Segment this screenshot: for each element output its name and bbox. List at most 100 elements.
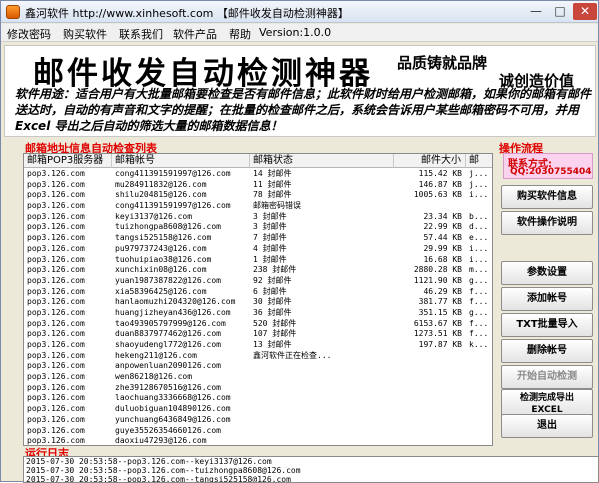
cell-pop3-server: pop3.126.com bbox=[27, 372, 85, 382]
minimize-button[interactable]: — bbox=[525, 3, 547, 20]
table-row[interactable]: pop3.126.com xia58396425@126.com 6 封邮件 46.2… bbox=[24, 286, 492, 298]
cell-pop3-server: pop3.126.com bbox=[27, 404, 85, 414]
cell-mail: m... bbox=[469, 265, 489, 275]
column-header-size[interactable]: 邮件大小 bbox=[394, 154, 466, 168]
cell-account: tuizhongpa8608@126.com bbox=[115, 222, 221, 232]
add-account-button[interactable]: 添加帐号 bbox=[501, 287, 593, 311]
table-row[interactable]: pop3.126.com tangsi525158@126.com 7 封邮件 57.… bbox=[24, 233, 492, 244]
cell-mail: i... bbox=[469, 190, 489, 200]
menu-help[interactable]: 帮助 bbox=[229, 26, 251, 42]
cell-pop3-server: pop3.126.com bbox=[27, 393, 85, 403]
table-row[interactable]: pop3.126.com shaoyudengl772@126.com 13 封邮件… bbox=[24, 340, 492, 351]
table-row[interactable]: pop3.126.com guye35526354660126.com bbox=[24, 425, 492, 437]
export-excel-label-1: 检测完成导出 bbox=[519, 393, 574, 403]
menu-bar: 修改密码 购买软件 联系我们 软件产品 帮助 Version:1.0.0 bbox=[1, 24, 598, 42]
menu-buy-software[interactable]: 购买软件 bbox=[63, 26, 107, 42]
table-row[interactable]: pop3.126.com xunchixin08@126.com 238 封邮件 28… bbox=[24, 265, 492, 276]
delete-account-button[interactable]: 删除帐号 bbox=[501, 339, 593, 363]
cell-account: tao493905797999@126.com bbox=[115, 318, 226, 328]
cell-account: daoxiu47293@126.com bbox=[115, 436, 207, 446]
cell-status: 6 封邮件 bbox=[253, 286, 287, 296]
cell-pop3-server: pop3.126.com bbox=[27, 297, 85, 307]
cell-account: zhe39128670516@126.com bbox=[115, 382, 221, 392]
cell-pop3-server: pop3.126.com bbox=[27, 340, 85, 349]
cell-account: xia58396425@126.com bbox=[115, 286, 207, 296]
table-row[interactable]: pop3.126.com huangjizheyan436@126.com 36 封… bbox=[24, 307, 492, 319]
cell-pop3-server: pop3.126.com bbox=[27, 286, 85, 296]
cell-pop3-server: pop3.126.com bbox=[27, 275, 85, 285]
cell-account: tuohuipiao38@126.com bbox=[115, 254, 212, 264]
cell-size: 16.68 KB bbox=[423, 254, 462, 264]
cell-account: yuan1987387822@126.com bbox=[115, 275, 221, 285]
table-row[interactable]: pop3.126.com hekeng211@126.com 鑫河软件正在检查... bbox=[24, 351, 492, 362]
cell-account: duan8837977462@126.com bbox=[115, 329, 221, 339]
cell-pop3-server: pop3.126.com bbox=[27, 222, 85, 232]
cell-account: huangjizheyan436@126.com bbox=[115, 307, 231, 317]
table-row[interactable]: pop3.126.com shilu204815@126.com 78 封邮件 100… bbox=[24, 190, 492, 201]
table-row[interactable]: pop3.126.com pu979737243@126.com 4 封邮件 29.9… bbox=[24, 243, 492, 255]
cell-account: duluobiguan104890126.com bbox=[115, 404, 231, 414]
cell-account: keyi3137@126.com bbox=[115, 211, 193, 221]
cell-status: 3 封邮件 bbox=[253, 211, 287, 221]
table-row[interactable]: pop3.126.com daoxiu47293@126.com bbox=[24, 436, 492, 446]
export-excel-button[interactable]: 检测完成导出 EXCEL bbox=[501, 389, 593, 417]
table-row[interactable]: pop3.126.com zhe39128670516@126.com bbox=[24, 382, 492, 394]
title-bar[interactable]: 鑫河软件 http://www.xinhesoft.com 【邮件收发自动检测神… bbox=[1, 1, 598, 23]
table-row[interactable]: pop3.126.com duluobiguan104890126.com bbox=[24, 404, 492, 415]
column-header-mail[interactable]: 邮 bbox=[466, 154, 492, 168]
table-row[interactable]: pop3.126.com hanlaomuzhi204320@126.com 30 … bbox=[24, 297, 492, 308]
manual-button[interactable]: 软件操作说明 bbox=[501, 211, 593, 235]
cell-mail: f... bbox=[469, 329, 489, 339]
table-row[interactable]: pop3.126.com yuan1987387822@126.com 92 封邮件… bbox=[24, 275, 492, 287]
cell-account: cong411391591997@126.com bbox=[115, 169, 231, 178]
table-row[interactable]: pop3.126.com wen86218@126.com bbox=[24, 372, 492, 383]
params-button[interactable]: 参数设置 bbox=[501, 261, 593, 285]
cell-size: 146.87 KB bbox=[418, 179, 462, 189]
cell-pop3-server: pop3.126.com bbox=[27, 329, 85, 339]
buy-info-button[interactable]: 购买软件信息 bbox=[501, 185, 593, 209]
cell-mail: j... bbox=[469, 169, 489, 178]
table-row[interactable]: pop3.126.com mu284911832@126.com 11 封邮件 146… bbox=[24, 179, 492, 191]
table-row[interactable]: pop3.126.com cong411391591997@126.com 14 封… bbox=[24, 169, 492, 180]
table-row[interactable]: pop3.126.com yunchuang6436849@126.com bbox=[24, 414, 492, 426]
cell-status: 78 封邮件 bbox=[253, 190, 292, 200]
cell-mail: d... bbox=[469, 222, 489, 232]
start-check-button[interactable]: 开始自动检测 bbox=[501, 365, 593, 389]
log-panel[interactable]: 2015-07-30 20:53:58--pop3.126.com--keyi3… bbox=[23, 456, 599, 483]
menu-change-password[interactable]: 修改密码 bbox=[7, 26, 51, 42]
cell-pop3-server: pop3.126.com bbox=[27, 425, 85, 435]
mailbox-table[interactable]: 邮箱POP3服务器 邮箱帐号 邮箱状态 邮件大小 邮 pop3.126.com c… bbox=[23, 153, 493, 446]
close-button[interactable]: ✕ bbox=[573, 3, 597, 20]
table-row[interactable]: pop3.126.com duan8837977462@126.com 107 封邮… bbox=[24, 329, 492, 340]
column-header-status[interactable]: 邮箱状态 bbox=[250, 154, 394, 168]
cell-pop3-server: pop3.126.com bbox=[27, 243, 85, 253]
column-header-account[interactable]: 邮箱帐号 bbox=[112, 154, 250, 168]
cell-status: 107 封邮件 bbox=[253, 329, 297, 339]
cell-account: cong411391591997@126.com bbox=[115, 201, 231, 211]
cell-size: 381.77 KB bbox=[418, 297, 462, 307]
column-header-pop3-server[interactable]: 邮箱POP3服务器 bbox=[24, 154, 112, 168]
table-row[interactable]: pop3.126.com laochuang3336668@126.com bbox=[24, 393, 492, 404]
cell-mail: f... bbox=[469, 318, 489, 328]
table-row[interactable]: pop3.126.com anpowenluan2090126.com bbox=[24, 361, 492, 372]
cell-account: yunchuang6436849@126.com bbox=[115, 414, 231, 424]
table-row[interactable]: pop3.126.com cong411391591997@126.com 邮箱密码… bbox=[24, 201, 492, 212]
txt-import-button[interactable]: TXT批量导入 bbox=[501, 313, 593, 337]
cell-mail: i... bbox=[469, 243, 489, 253]
table-row[interactable]: pop3.126.com tuizhongpa8608@126.com 3 封邮件 2… bbox=[24, 222, 492, 233]
menu-contact-us[interactable]: 联系我们 bbox=[119, 26, 163, 42]
table-row[interactable]: pop3.126.com keyi3137@126.com 3 封邮件 23.34 K… bbox=[24, 211, 492, 223]
cell-pop3-server: pop3.126.com bbox=[27, 179, 85, 189]
table-row[interactable]: pop3.126.com tuohuipiao38@126.com 1 封邮件 16.… bbox=[24, 254, 492, 266]
cell-size: 115.42 KB bbox=[418, 169, 462, 178]
cell-account: pu979737243@126.com bbox=[115, 243, 207, 253]
exit-button[interactable]: 退出 bbox=[501, 414, 593, 438]
cell-pop3-server: pop3.126.com bbox=[27, 211, 85, 221]
table-row[interactable]: pop3.126.com tao493905797999@126.com 520 封… bbox=[24, 318, 492, 330]
menu-version[interactable]: Version:1.0.0 bbox=[259, 26, 331, 39]
cell-status: 3 封邮件 bbox=[253, 222, 287, 232]
maximize-button[interactable]: □ bbox=[549, 3, 571, 20]
cell-pop3-server: pop3.126.com bbox=[27, 382, 85, 392]
menu-software-products[interactable]: 软件产品 bbox=[173, 26, 217, 42]
cell-size: 46.29 KB bbox=[423, 286, 462, 296]
